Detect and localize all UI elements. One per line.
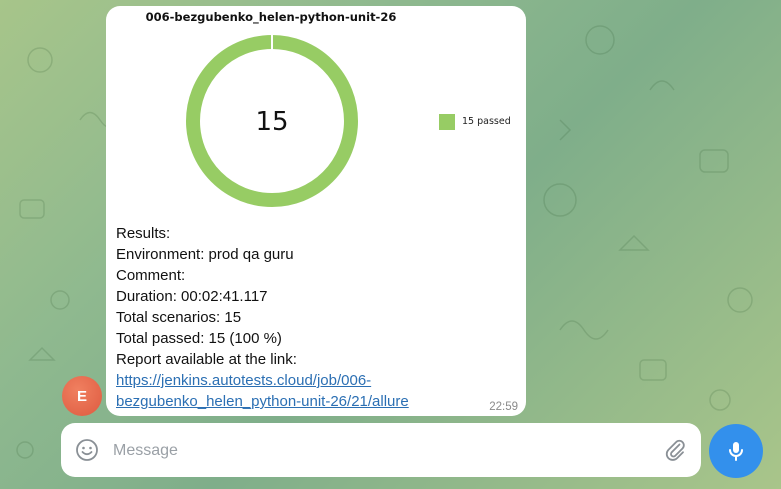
duration-value: 00:02:41.117 bbox=[176, 288, 268, 305]
results-text: Results: Environment: prod qa guru Comme… bbox=[116, 223, 409, 412]
microphone-button[interactable] bbox=[709, 424, 763, 478]
report-link[interactable]: https://jenkins.autotests.cloud/job/006-… bbox=[116, 370, 409, 412]
duration-row: Duration: 00:02:41.117 bbox=[116, 288, 268, 305]
donut-chart: 15 bbox=[186, 34, 358, 207]
message-input[interactable] bbox=[111, 433, 655, 469]
legend-label-passed: 15 passed bbox=[462, 116, 511, 127]
message-bubble: 006-bezgubenko_helen-python-unit-26 15 1… bbox=[106, 6, 526, 416]
total-scenarios-value: 15 bbox=[220, 309, 242, 326]
smile-icon[interactable] bbox=[75, 438, 99, 462]
avatar[interactable]: E bbox=[62, 376, 102, 416]
environment-row: Environment: prod qa guru bbox=[116, 246, 294, 263]
total-scenarios-row: Total scenarios: 15 bbox=[116, 309, 242, 326]
paperclip-icon[interactable] bbox=[663, 438, 687, 462]
message-composer bbox=[61, 423, 701, 477]
total-passed-row: Total passed: 15 (100 %) bbox=[116, 330, 282, 347]
legend-swatch-passed bbox=[439, 114, 455, 130]
comment-row: Comment: bbox=[116, 267, 186, 284]
microphone-icon bbox=[729, 442, 743, 461]
message-time: 22:59 bbox=[489, 401, 518, 413]
report-label: Report available at the link: bbox=[116, 351, 297, 368]
environment-value: prod qa guru bbox=[204, 246, 294, 263]
results-heading: Results: bbox=[116, 225, 171, 242]
donut-center-label: 15 bbox=[255, 107, 288, 137]
total-passed-value: 15 (100 %) bbox=[204, 330, 282, 347]
